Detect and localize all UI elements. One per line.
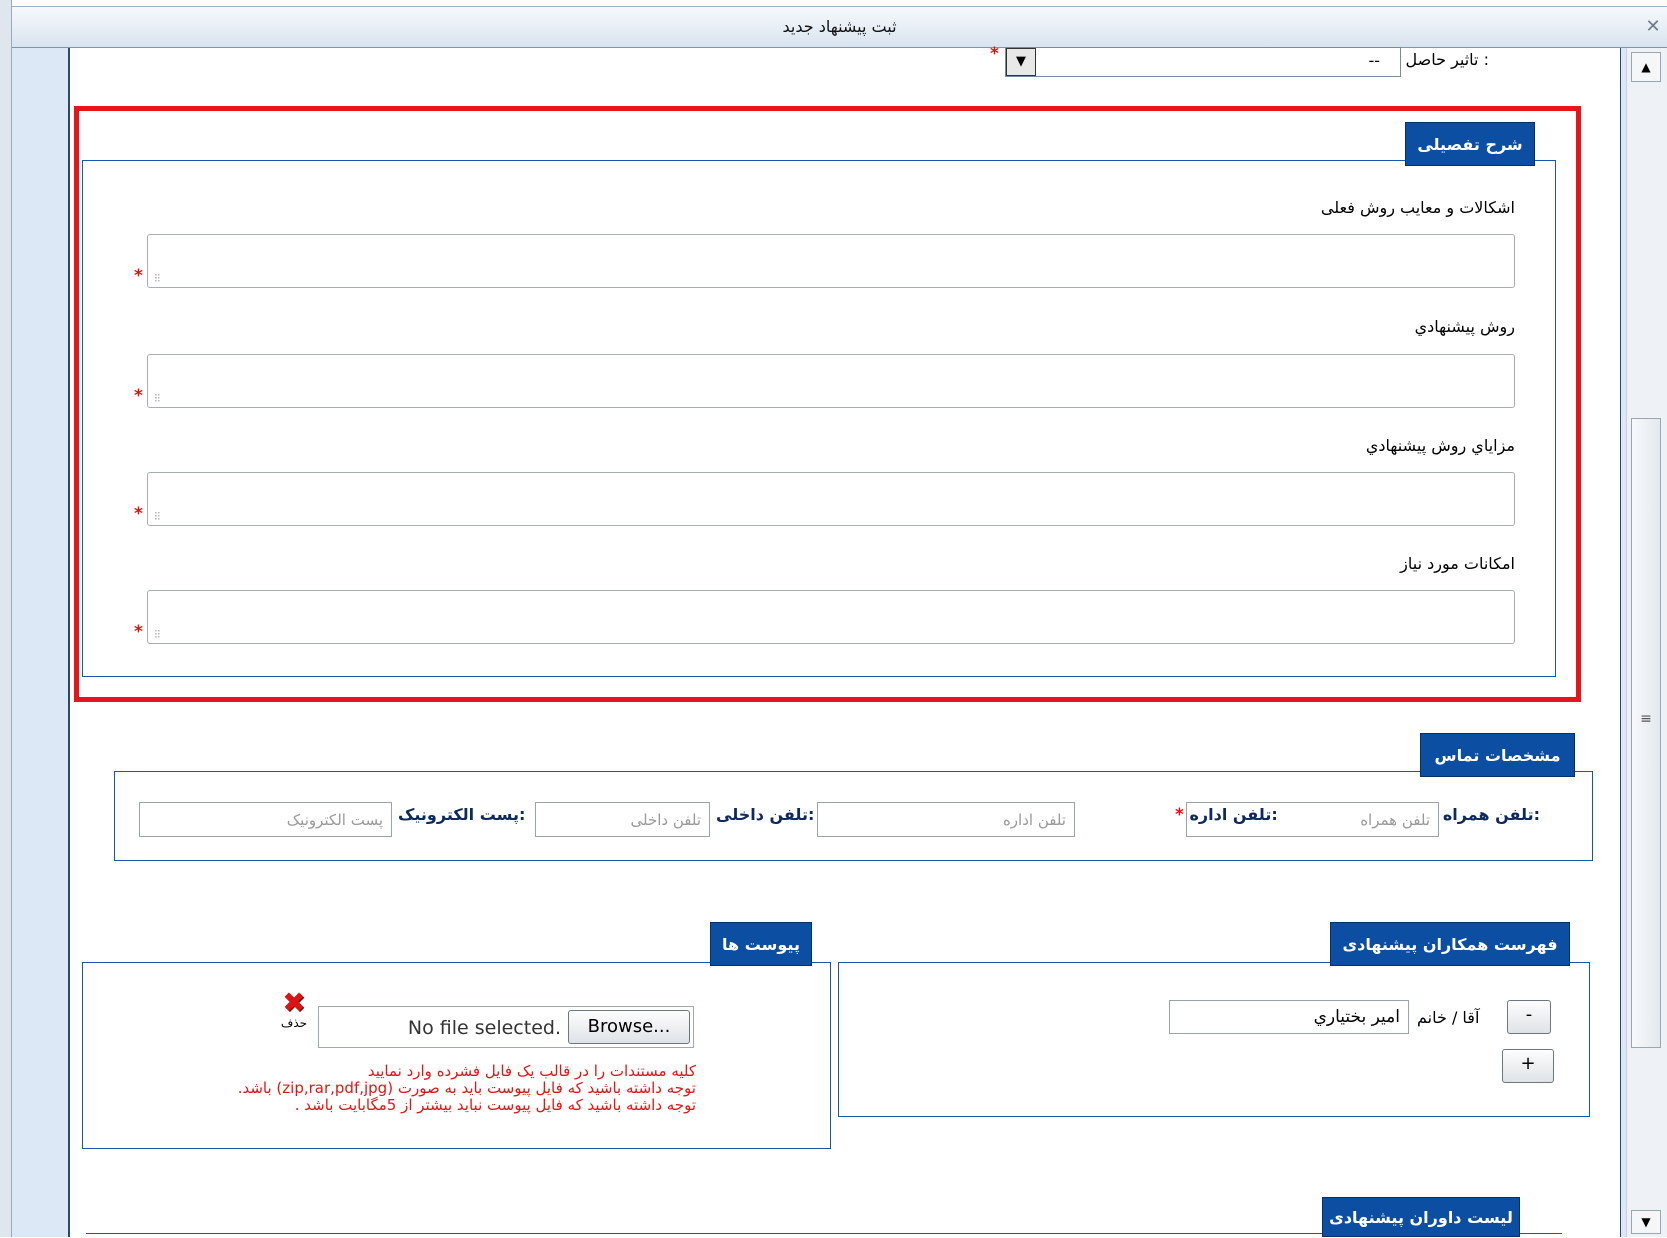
delete-x-icon: ✖ bbox=[282, 986, 306, 1019]
attachment-note: کلیه مستندات را در قالب یک فایل فشرده وا… bbox=[367, 1062, 696, 1080]
internal-label: تلفن داخلی: bbox=[716, 805, 815, 824]
chevron-down-icon[interactable]: ▼ bbox=[1006, 48, 1036, 76]
frame-left-border bbox=[12, 48, 70, 1237]
colleague-name-input[interactable] bbox=[1169, 1000, 1409, 1034]
scroll-thumb[interactable]: ≡ bbox=[1631, 418, 1661, 1048]
delete-label: حذف bbox=[280, 1016, 308, 1030]
email-input[interactable] bbox=[139, 802, 392, 837]
required-mark: * bbox=[1175, 805, 1184, 825]
textarea-advantages[interactable]: ⁝⁝ bbox=[147, 472, 1515, 526]
impact-select[interactable]: ▼ -- bbox=[1005, 47, 1401, 77]
attachments-fieldset bbox=[82, 962, 831, 1149]
close-icon[interactable]: ✕ bbox=[1643, 17, 1663, 37]
detail-legend: شرح تفصیلی bbox=[1405, 122, 1535, 166]
textarea-current-issues[interactable]: ⁝⁝ bbox=[147, 234, 1515, 288]
window-outer-border bbox=[0, 0, 12, 1237]
textarea-proposed-method[interactable]: ⁝⁝ bbox=[147, 354, 1515, 408]
vertical-scrollbar[interactable]: ▲ ≡ ▼ bbox=[1626, 48, 1667, 1237]
attachment-note: توجه داشته باشید که فایل پیوست نباید بیش… bbox=[294, 1096, 696, 1114]
textarea-required-resources[interactable]: ⁝⁝ bbox=[147, 590, 1515, 644]
add-colleague-button[interactable]: + bbox=[1502, 1049, 1554, 1083]
required-mark: * bbox=[134, 386, 143, 406]
field-label-proposed-method: روش پیشنهادي bbox=[1414, 317, 1515, 336]
mobile-label: تلفن همراه: bbox=[1442, 805, 1540, 824]
colleague-title-label: آقا / خانم bbox=[1417, 1008, 1480, 1027]
field-label-required-resources: امکانات مورد نیاز bbox=[1400, 554, 1515, 573]
reviewers-legend: لیست داوران پیشنهادی bbox=[1322, 1197, 1520, 1237]
resize-grip-icon: ⁝⁝ bbox=[154, 271, 161, 285]
resize-grip-icon: ⁝⁝ bbox=[154, 627, 161, 641]
required-mark: * bbox=[134, 266, 143, 286]
dialog-titlebar: ثبت پیشنهاد جدید ✕ bbox=[12, 6, 1667, 48]
scroll-down-icon[interactable]: ▼ bbox=[1631, 1210, 1661, 1234]
field-label-current-issues: اشکالات و معایب روش فعلی bbox=[1320, 198, 1515, 217]
file-input[interactable]: No file selected. Browse... bbox=[318, 1006, 694, 1048]
required-mark: * bbox=[134, 622, 143, 642]
contact-legend: مشخصات تماس bbox=[1420, 733, 1575, 777]
attachment-note: توجه داشته باشید که فایل پیوست باید به ص… bbox=[237, 1079, 696, 1097]
remove-colleague-button[interactable]: - bbox=[1507, 1000, 1551, 1034]
delete-attachment-button[interactable]: ✖ حذف bbox=[276, 986, 312, 1031]
field-label-advantages: مزاياي روش پيشنهادي bbox=[1365, 436, 1515, 455]
resize-grip-icon: ⁝⁝ bbox=[154, 509, 161, 523]
colleagues-legend: فهرست همکاران پیشنهادی bbox=[1330, 922, 1570, 966]
file-status: No file selected. bbox=[407, 1017, 561, 1039]
colleagues-fieldset bbox=[838, 962, 1590, 1117]
resize-grip-icon: ⁝⁝ bbox=[154, 391, 161, 405]
office-input[interactable] bbox=[817, 802, 1075, 837]
required-mark: * bbox=[134, 504, 143, 524]
attachments-legend: پیوست ها bbox=[710, 922, 812, 966]
browse-button[interactable]: Browse... bbox=[568, 1010, 690, 1044]
office-label: * تلفن اداره: bbox=[1175, 805, 1278, 825]
email-label: پست الکترونیک: bbox=[398, 805, 526, 824]
scroll-up-icon[interactable]: ▲ bbox=[1631, 52, 1661, 82]
impact-selected-value: -- bbox=[1368, 51, 1380, 70]
dialog-title: ثبت پیشنهاد جدید bbox=[782, 17, 897, 36]
internal-input[interactable] bbox=[535, 802, 710, 837]
required-mark: * bbox=[990, 44, 999, 64]
